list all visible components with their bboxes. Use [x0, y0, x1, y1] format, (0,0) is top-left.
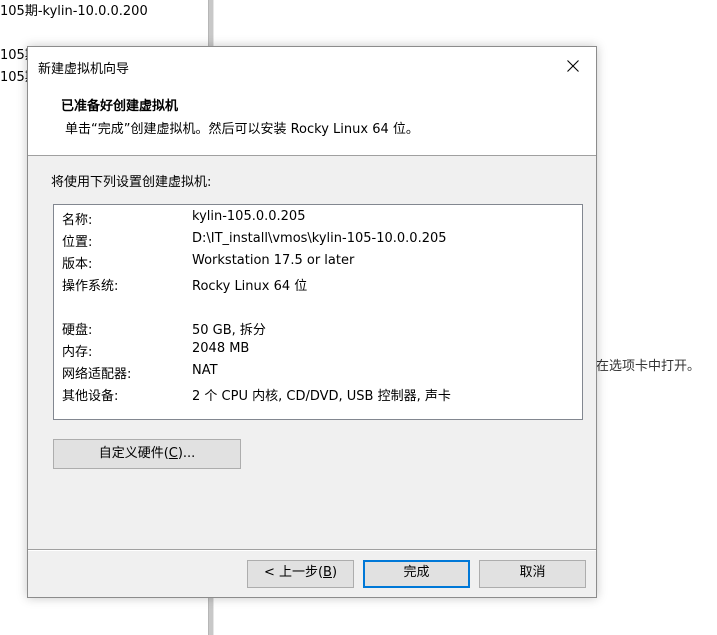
- summary-value: Workstation 17.5 or later: [192, 253, 355, 268]
- access-key: C: [168, 446, 178, 461]
- button-label: 自定义硬件(: [98, 446, 169, 461]
- summary-label: 其他设备:: [62, 389, 119, 404]
- summary-label: 网络适配器:: [62, 367, 132, 382]
- summary-label: 位置:: [62, 235, 93, 250]
- summary-label: 操作系统:: [62, 279, 119, 294]
- summary-label: 名称:: [62, 213, 93, 228]
- button-label: < 上一步(: [263, 565, 324, 580]
- button-label: ): [331, 565, 338, 580]
- new-vm-wizard-dialog: 新建虚拟机向导 已准备好创建虚拟机 单击“完成”创建虚拟机。然后可以安装 Roc…: [27, 46, 597, 598]
- close-button[interactable]: [550, 47, 596, 84]
- access-key: B: [323, 565, 332, 580]
- wizard-step-subtitle: 单击“完成”创建虚拟机。然后可以安装 Rocky Linux 64 位。: [65, 122, 419, 137]
- summary-value: Rocky Linux 64 位: [192, 279, 308, 294]
- dialog-title: 新建虚拟机向导: [38, 62, 130, 77]
- summary-label: 内存:: [62, 345, 93, 360]
- summary-label: 版本:: [62, 257, 93, 272]
- summary-value: 2048 MB: [192, 341, 250, 356]
- summary-value: NAT: [192, 363, 218, 378]
- dialog-titlebar[interactable]: 新建虚拟机向导: [28, 47, 596, 84]
- summary-label: 硬盘:: [62, 323, 93, 338]
- wizard-header: 已准备好创建虚拟机 单击“完成”创建虚拟机。然后可以安装 Rocky Linux…: [28, 84, 596, 156]
- summary-value: D:\IT_install\vmos\kylin-105-10.0.0.205: [192, 231, 447, 246]
- button-label: )...: [177, 446, 196, 461]
- summary-value: 50 GB, 拆分: [192, 323, 266, 338]
- background-hint-text: 在选项卡中打开。: [596, 359, 701, 374]
- vm-library-item[interactable]: 105期-kylin-10.0.0.200: [0, 0, 148, 19]
- wizard-step-title: 已准备好创建虚拟机: [61, 99, 179, 114]
- customize-hardware-button[interactable]: 自定义硬件(C)...: [53, 439, 241, 469]
- close-icon: [567, 60, 579, 72]
- cancel-button[interactable]: 取消: [479, 560, 586, 588]
- back-button[interactable]: < 上一步(B): [247, 560, 354, 588]
- footer-divider-highlight: [28, 550, 596, 551]
- summary-intro-text: 将使用下列设置创建虚拟机:: [51, 175, 212, 190]
- finish-button[interactable]: 完成: [363, 560, 470, 588]
- settings-summary-box: 名称: kylin-105.0.0.205 位置: D:\IT_install\…: [53, 204, 583, 420]
- summary-value: 2 个 CPU 内核, CD/DVD, USB 控制器, 声卡: [192, 389, 451, 404]
- summary-value: kylin-105.0.0.205: [192, 209, 306, 224]
